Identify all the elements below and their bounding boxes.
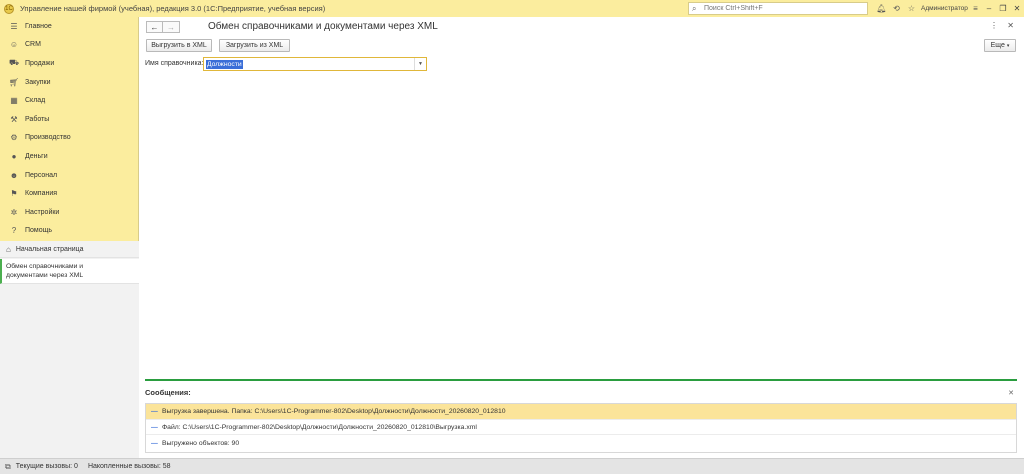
favorites-icon[interactable]: ☆ <box>904 0 919 17</box>
user-name[interactable]: Администратор <box>921 5 968 12</box>
money-icon: ● <box>11 151 17 161</box>
open-window-label-line2: документами через XML <box>6 272 84 279</box>
global-search[interactable]: ⌕ <box>688 2 868 15</box>
works-icon: ⚒ <box>10 114 18 124</box>
form-close-icon[interactable]: ✕ <box>1007 21 1014 30</box>
sidebar-item[interactable]: ▦ Склад <box>0 91 138 110</box>
open-windows-panel: ⌂ Начальная страница Обмен справочниками… <box>0 241 139 458</box>
catalog-name-field[interactable]: Должности ▼ <box>203 57 427 71</box>
status-bar: ⧉ Текущие вызовы: 0 Накопленные вызовы: … <box>0 458 1024 474</box>
message-row[interactable]: — Выгружено объектов: 90 <box>146 435 1016 451</box>
more-button[interactable]: Еще ▾ <box>984 39 1016 52</box>
message-marker-icon: — <box>151 439 158 447</box>
minimize-icon[interactable]: – <box>982 0 996 17</box>
production-icon: ⚙ <box>10 133 18 143</box>
sidebar-item[interactable]: ? Помощь <box>0 222 138 241</box>
chevron-down-icon: ▾ <box>1006 42 1010 49</box>
sidebar-item-label: Деньги <box>25 152 48 160</box>
warehouse-icon: ▦ <box>10 96 18 106</box>
sidebar-item[interactable]: ☺ CRM <box>0 36 138 55</box>
catalog-name-value[interactable]: Должности <box>206 60 243 69</box>
home-page-label: Начальная страница <box>15 245 84 253</box>
message-marker-icon: — <box>151 423 158 431</box>
current-calls: Текущие вызовы: 0 <box>15 463 78 470</box>
sidebar-item-label: Главное <box>25 22 52 30</box>
help-icon: ? <box>11 226 17 236</box>
menu-icon: ☰ <box>10 21 18 31</box>
sections-list: ☰ Главное ☺ CRM ⛟ Продажи 🛒︎ Закупки ▦ Склад ⚒ Рабо… <box>0 17 138 240</box>
open-window-xml-exchange[interactable]: Обмен справочниками и документами через … <box>0 259 139 284</box>
sidebar-item-label: Настройки <box>25 208 60 216</box>
more-button-label: Еще <box>990 42 1005 49</box>
purchases-icon: 🛒︎ <box>8 77 20 87</box>
sidebar-item-label: Производство <box>25 134 71 142</box>
message-text: Файл: C:\Users\1C-Programmer-802\Desktop… <box>162 423 477 431</box>
sidebar-item-label: Персонал <box>25 171 58 179</box>
open-window-label-line1: Обмен справочниками и <box>6 263 84 270</box>
message-text: Выгрузка завершена. Папка: C:\Users\1C-P… <box>162 407 506 415</box>
form-menu-icon[interactable]: ⋮ <box>990 21 998 30</box>
company-icon: ⚑ <box>10 189 18 199</box>
window-title: Управление нашей фирмой (учебная), редак… <box>20 4 326 13</box>
message-marker-icon: — <box>151 407 158 415</box>
restore-icon[interactable]: ❐ <box>996 0 1010 17</box>
personnel-icon: ☻ <box>9 170 19 180</box>
history-navigation: ← → <box>146 21 180 33</box>
import-xml-button[interactable]: Загрузить из XML <box>219 39 290 52</box>
message-row[interactable]: — Выгрузка завершена. Папка: C:\Users\1C… <box>146 404 1016 420</box>
back-arrow-icon[interactable]: ← <box>146 21 163 33</box>
messages-title: Сообщения: <box>145 388 191 397</box>
settings-icon: ✲ <box>10 207 18 217</box>
sidebar-item-label: CRM <box>25 41 41 49</box>
form-area: ← → Обмен справочниками и документами че… <box>140 17 1024 458</box>
close-window-icon[interactable]: ✕ <box>1010 0 1024 17</box>
sidebar-item-label: Закупки <box>25 78 51 86</box>
sidebar-item[interactable]: ✲ Настройки <box>0 203 138 222</box>
sidebar-item-label: Работы <box>25 115 50 123</box>
sidebar-item-label: Продажи <box>25 59 55 67</box>
catalog-name-label: Имя справочника: <box>145 60 204 67</box>
crm-icon: ☺ <box>9 40 19 50</box>
forward-arrow-icon[interactable]: → <box>163 21 180 33</box>
sales-icon: ⛟ <box>8 58 20 68</box>
dropdown-arrow-icon[interactable]: ▼ <box>414 58 426 70</box>
sidebar-item[interactable]: ⚒ Работы <box>0 110 138 129</box>
notifications-icon[interactable]: 🔔︎ <box>874 0 889 17</box>
form-title: Обмен справочниками и документами через … <box>208 21 438 32</box>
sidebar-item[interactable]: ⛟ Продажи <box>0 54 138 73</box>
sidebar-item-label: Склад <box>25 97 46 105</box>
messages-separator <box>145 379 1017 381</box>
message-row[interactable]: — Файл: C:\Users\1C-Programmer-802\Deskt… <box>146 420 1016 436</box>
sidebar-item[interactable]: ● Деньги <box>0 147 138 166</box>
accumulated-calls: Накопленные вызовы: 58 <box>87 463 171 470</box>
main-menu-icon[interactable]: ≡ <box>968 0 983 17</box>
search-icon: ⌕ <box>692 3 697 13</box>
sidebar-item[interactable]: ☰ Главное <box>0 17 138 36</box>
search-input[interactable] <box>704 5 864 12</box>
app-logo-icon: 1С <box>4 3 14 14</box>
sidebar-item-label: Помощь <box>25 227 53 235</box>
title-bar: 1С Управление нашей фирмой (учебная), ре… <box>0 0 1024 17</box>
sections-panel: ☰ Главное ☺ CRM ⛟ Продажи 🛒︎ Закупки ▦ Склад ⚒ Рабо… <box>0 17 139 458</box>
sidebar-item[interactable]: ☻ Персонал <box>0 166 138 185</box>
message-text: Выгружено объектов: 90 <box>162 439 240 447</box>
home-page-link[interactable]: ⌂ Начальная страница <box>0 241 139 258</box>
sidebar-item[interactable]: ⚙ Производство <box>0 129 138 148</box>
sidebar-item[interactable]: ⚑ Компания <box>0 184 138 203</box>
export-xml-button[interactable]: Выгрузить в XML <box>146 39 212 52</box>
messages-list: — Выгрузка завершена. Папка: C:\Users\1C… <box>145 403 1017 453</box>
calls-monitor-icon[interactable]: ⧉ <box>5 462 11 472</box>
home-icon: ⌂ <box>6 244 11 254</box>
sidebar-item[interactable]: 🛒︎ Закупки <box>0 73 138 92</box>
messages-close-icon[interactable]: ✕ <box>1008 389 1014 397</box>
sidebar-item-label: Компания <box>25 190 58 198</box>
history-icon[interactable]: ⟲ <box>889 0 904 17</box>
